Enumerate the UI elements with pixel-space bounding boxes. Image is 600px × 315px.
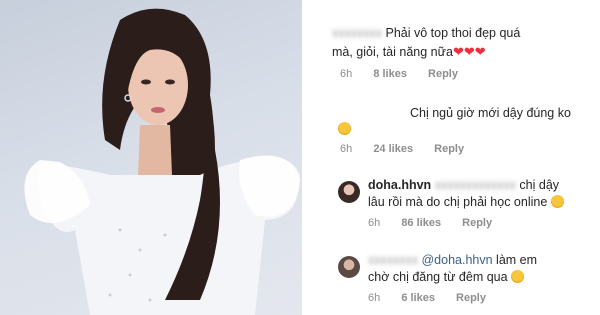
sad-emoji — [550, 195, 564, 208]
comment-text: lâu rồi mà do chị phải học online — [368, 195, 548, 209]
comment-time: 6h — [368, 292, 381, 304]
heart-icon: ❤ — [474, 44, 486, 59]
likes-count[interactable]: 6 likes — [401, 292, 435, 304]
portrait-photo — [0, 0, 302, 315]
likes-count[interactable]: 8 likes — [373, 68, 407, 80]
comment-text: làm em — [496, 253, 538, 267]
reply-button[interactable]: Reply — [456, 292, 486, 304]
mention-link[interactable]: @doha.hhvn — [421, 253, 492, 267]
smiling-hearts-emoji — [511, 270, 525, 283]
reply-button[interactable]: Reply — [462, 217, 492, 229]
heart-icon: ❤ — [463, 44, 475, 59]
comment-username[interactable]: doha.hhvn — [368, 178, 431, 192]
blurred-username: xxxxxxxx — [332, 26, 382, 40]
comment-time: 6h — [368, 217, 381, 229]
comment-text: Chị ngủ giờ mới dậy đúng ko — [410, 106, 571, 120]
reply-button[interactable]: Reply — [434, 143, 464, 155]
comment-text: chờ chị đăng từ đêm qua — [368, 270, 508, 284]
comment-text: Phải vô top thoi đẹp quá — [385, 26, 521, 40]
comment-time: 6h — [340, 68, 353, 80]
avatar[interactable] — [338, 256, 360, 278]
reply-button[interactable]: Reply — [428, 68, 458, 80]
comment-text: mà, giỏi, tài năng nữa — [332, 45, 453, 59]
likes-count[interactable]: 24 likes — [373, 143, 413, 155]
likes-count[interactable]: 86 likes — [401, 217, 441, 229]
heart-icon: ❤ — [452, 44, 464, 59]
blurred-username: xxxxxxxx — [368, 253, 418, 267]
avatar[interactable] — [338, 181, 360, 203]
comment-text: chị dậy — [519, 178, 560, 192]
blurred-text: xxxxxxxxxxxxx — [434, 178, 516, 192]
comments-panel: xxxxxxxx Phải vô top thoi đẹp quá mà, gi… — [302, 0, 600, 315]
portrait-illustration — [24, 8, 300, 315]
comment-time: 6h — [340, 143, 353, 155]
laughing-tears-emoji — [338, 122, 351, 135]
